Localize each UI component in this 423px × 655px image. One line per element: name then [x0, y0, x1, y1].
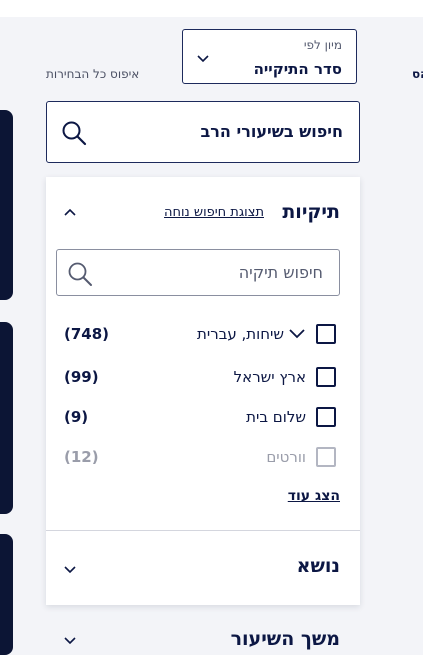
result-card-edge[interactable] [0, 110, 13, 300]
folder-item: וורטים (12) [46, 446, 360, 470]
friendly-search-view-link[interactable]: תצוגת חיפוש נוחה [164, 205, 264, 220]
folder-count: (12) [64, 448, 99, 466]
reset-all-button[interactable]: איפוס כל הבחירות [46, 67, 139, 81]
folders-section-title[interactable]: תיקיות [282, 201, 340, 223]
chevron-down-icon[interactable] [64, 634, 76, 648]
chevron-down-icon[interactable] [64, 563, 76, 577]
folder-search-input[interactable]: חיפוש תיקיה [56, 249, 340, 296]
folder-label: שלום בית [246, 408, 306, 426]
sort-value: סדר התיקייה [253, 60, 342, 78]
folder-count: (99) [64, 368, 99, 386]
clipped-heading: הס [412, 67, 423, 81]
folder-search-placeholder: חיפוש תיקיה [238, 263, 323, 282]
top-bar [0, 0, 423, 17]
filters-panel: תיקיות תצוגת חיפוש נוחה חיפוש תיקיה שיחו… [46, 177, 360, 605]
topic-section-title[interactable]: נושא [297, 555, 340, 577]
search-icon[interactable] [67, 261, 93, 291]
folder-checkbox [316, 447, 336, 467]
folder-label: וורטים [266, 448, 306, 466]
sort-dropdown[interactable]: מיון לפי סדר התיקייה [182, 29, 357, 84]
folder-checkbox[interactable] [316, 324, 336, 344]
folder-checkbox[interactable] [316, 367, 336, 387]
chevron-up-icon[interactable] [64, 205, 76, 219]
result-card-edge[interactable] [0, 534, 13, 655]
folder-count: (748) [64, 325, 110, 343]
folder-checkbox[interactable] [316, 407, 336, 427]
lesson-length-section-title[interactable]: משך השיעור [231, 628, 340, 650]
folder-count: (9) [64, 408, 89, 426]
sort-label: מיון לפי [303, 38, 342, 52]
folder-label: ארץ ישראל [233, 368, 306, 386]
chevron-down-icon[interactable] [288, 324, 306, 343]
result-card-edge[interactable] [0, 322, 13, 514]
search-placeholder: חיפוש בשיעורי הרב [200, 122, 343, 141]
folder-item[interactable]: שלום בית (9) [46, 406, 360, 430]
search-icon[interactable] [61, 120, 87, 150]
lessons-search-input[interactable]: חיפוש בשיעורי הרב [46, 101, 360, 163]
folder-item[interactable]: ארץ ישראל (99) [46, 366, 360, 390]
folder-label: שיחות, עברית [196, 325, 284, 343]
chevron-down-icon [197, 52, 209, 66]
show-more-link[interactable]: הצג עוד [288, 488, 340, 504]
section-divider [46, 530, 360, 531]
folder-item[interactable]: שיחות, עברית (748) [46, 323, 360, 347]
